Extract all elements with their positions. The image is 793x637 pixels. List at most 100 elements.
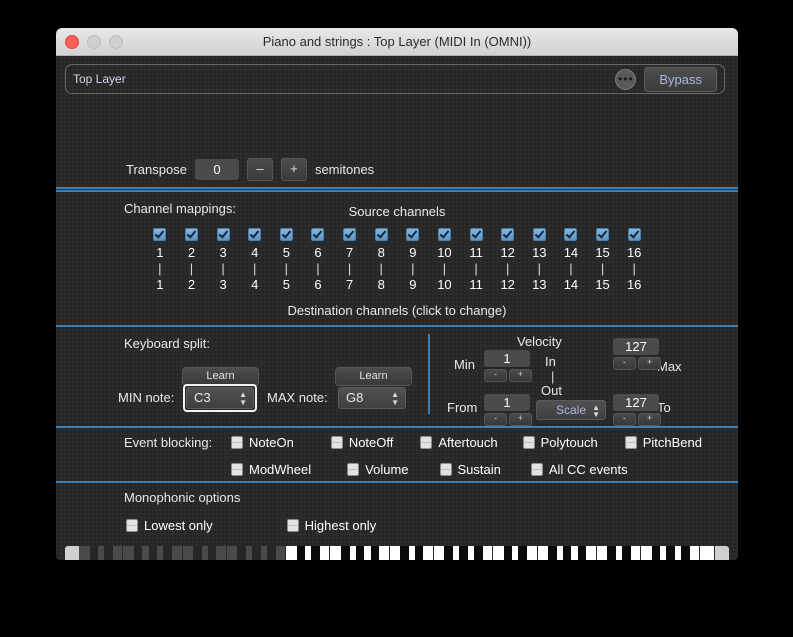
destination-channel-number[interactable]: 2	[188, 276, 195, 293]
piano-black-key[interactable]	[666, 546, 675, 560]
piano-black-key[interactable]	[193, 546, 202, 560]
maximize-button[interactable]	[109, 35, 123, 49]
piano-black-key[interactable]	[104, 546, 113, 560]
velocity-min-value[interactable]: 1	[484, 350, 530, 367]
destination-channel-number[interactable]: 16	[627, 276, 641, 293]
min-note-select[interactable]: C3 ▲ ▼	[186, 387, 254, 409]
velocity-curve-select[interactable]: Scale ▲ ▼	[536, 400, 606, 420]
channel-enable-checkbox-12[interactable]	[501, 228, 515, 241]
checkbox-icon[interactable]	[522, 436, 535, 449]
event-block-modwheel[interactable]: ModWheel	[231, 462, 311, 477]
checkbox-icon[interactable]	[347, 463, 360, 476]
layer-name-field[interactable]: Top Layer	[73, 72, 615, 86]
event-block-aftertouch[interactable]: Aftertouch	[420, 435, 498, 450]
channel-enable-checkbox-14[interactable]	[564, 228, 578, 241]
piano-black-key[interactable]	[651, 546, 661, 560]
channel-enable-checkbox-1[interactable]	[153, 228, 167, 241]
channel-enable-checkbox-7[interactable]	[343, 228, 357, 241]
piano-black-key[interactable]	[252, 546, 261, 560]
velocity-max-value[interactable]: 127	[613, 338, 659, 355]
checkbox-icon[interactable]	[231, 463, 243, 476]
destination-channel-number[interactable]: 10	[437, 276, 451, 293]
velocity-max-decrement-button[interactable]: -	[613, 357, 636, 370]
channel-enable-checkbox-16[interactable]	[627, 228, 641, 241]
event-block-pitchbend[interactable]: PitchBend	[624, 435, 702, 450]
event-block-polytouch[interactable]: Polytouch	[522, 435, 598, 450]
transpose-increment-button[interactable]: +	[280, 158, 307, 181]
minimize-button[interactable]	[87, 35, 101, 49]
checkbox-icon[interactable]	[530, 463, 543, 476]
checkbox-icon[interactable]	[231, 436, 243, 449]
destination-channel-number[interactable]: 3	[219, 276, 226, 293]
piano-black-key[interactable]	[355, 546, 365, 560]
destination-channel-number[interactable]: 7	[346, 276, 353, 293]
piano-black-key[interactable]	[370, 546, 380, 560]
piano-keyboard[interactable]: ◀ ▶ C1C2C3C4C5C6	[65, 546, 729, 560]
channel-enable-checkbox-4[interactable]	[248, 228, 262, 241]
checkbox-icon[interactable]	[286, 519, 299, 532]
channel-enable-checkbox-9[interactable]	[406, 228, 420, 241]
piano-black-key[interactable]	[148, 546, 158, 560]
transpose-decrement-button[interactable]: –	[246, 158, 273, 181]
piano-black-key[interactable]	[459, 546, 468, 560]
mono-option-lowest-only[interactable]: Lowest only	[126, 518, 213, 533]
event-block-all-cc-events[interactable]: All CC events	[530, 462, 628, 477]
piano-black-key[interactable]	[340, 546, 350, 560]
checkbox-icon[interactable]	[126, 519, 138, 532]
channel-enable-checkbox-8[interactable]	[374, 228, 388, 241]
velocity-min-decrement-button[interactable]: -	[484, 369, 507, 382]
checkbox-icon[interactable]	[624, 436, 637, 449]
piano-black-key[interactable]	[562, 546, 572, 560]
destination-channel-number[interactable]: 6	[314, 276, 321, 293]
piano-black-key[interactable]	[577, 546, 587, 560]
channel-enable-checkbox-5[interactable]	[279, 228, 293, 241]
piano-black-key[interactable]	[607, 546, 616, 560]
piano-black-key[interactable]	[400, 546, 409, 560]
channel-enable-checkbox-10[interactable]	[437, 228, 451, 241]
piano-black-key[interactable]	[237, 546, 246, 560]
scroll-left-icon[interactable]: ◀	[65, 546, 79, 560]
checkbox-icon[interactable]	[330, 436, 343, 449]
max-note-learn-button[interactable]: Learn	[335, 367, 412, 386]
destination-channel-number[interactable]: 8	[378, 276, 385, 293]
piano-black-key[interactable]	[548, 546, 557, 560]
destination-channel-number[interactable]: 12	[500, 276, 514, 293]
piano-black-key[interactable]	[163, 546, 173, 560]
close-button[interactable]	[65, 35, 79, 49]
velocity-max-increment-button[interactable]: +	[638, 357, 661, 370]
channel-enable-checkbox-15[interactable]	[596, 228, 610, 241]
piano-black-key[interactable]	[474, 546, 483, 560]
destination-channel-number[interactable]: 14	[564, 276, 578, 293]
velocity-min-increment-button[interactable]: +	[509, 369, 532, 382]
scroll-right-icon[interactable]: ▶	[715, 546, 729, 560]
piano-black-key[interactable]	[266, 546, 276, 560]
piano-black-key[interactable]	[89, 546, 99, 560]
destination-channel-number[interactable]: 15	[595, 276, 609, 293]
velocity-to-increment-button[interactable]: +	[638, 413, 661, 426]
checkbox-icon[interactable]	[439, 463, 452, 476]
piano-black-key[interactable]	[444, 546, 454, 560]
destination-channel-number[interactable]: 11	[469, 276, 483, 293]
velocity-to-decrement-button[interactable]: -	[613, 413, 636, 426]
piano-white-key[interactable]	[700, 546, 715, 560]
destination-channel-number[interactable]: 5	[283, 276, 290, 293]
piano-keys[interactable]: C1C2C3C4C5C6	[79, 546, 715, 560]
channel-enable-checkbox-3[interactable]	[216, 228, 230, 241]
velocity-from-increment-button[interactable]: +	[509, 413, 532, 426]
channel-enable-checkbox-6[interactable]	[311, 228, 325, 241]
piano-black-key[interactable]	[503, 546, 513, 560]
max-note-select[interactable]: G8 ▲ ▼	[338, 387, 406, 409]
destination-channel-number[interactable]: 1	[156, 276, 163, 293]
piano-black-key[interactable]	[296, 546, 306, 560]
channel-enable-checkbox-2[interactable]	[184, 228, 198, 241]
piano-black-key[interactable]	[311, 546, 320, 560]
checkbox-icon[interactable]	[420, 436, 433, 449]
mono-option-highest-only[interactable]: Highest only	[286, 518, 376, 533]
velocity-to-value[interactable]: 127	[613, 394, 659, 411]
destination-channel-number[interactable]: 9	[409, 276, 416, 293]
channel-enable-checkbox-11[interactable]	[469, 228, 483, 241]
event-block-sustain[interactable]: Sustain	[439, 462, 501, 477]
velocity-from-decrement-button[interactable]: -	[484, 413, 507, 426]
bypass-button[interactable]: Bypass	[644, 66, 717, 92]
piano-black-key[interactable]	[518, 546, 527, 560]
